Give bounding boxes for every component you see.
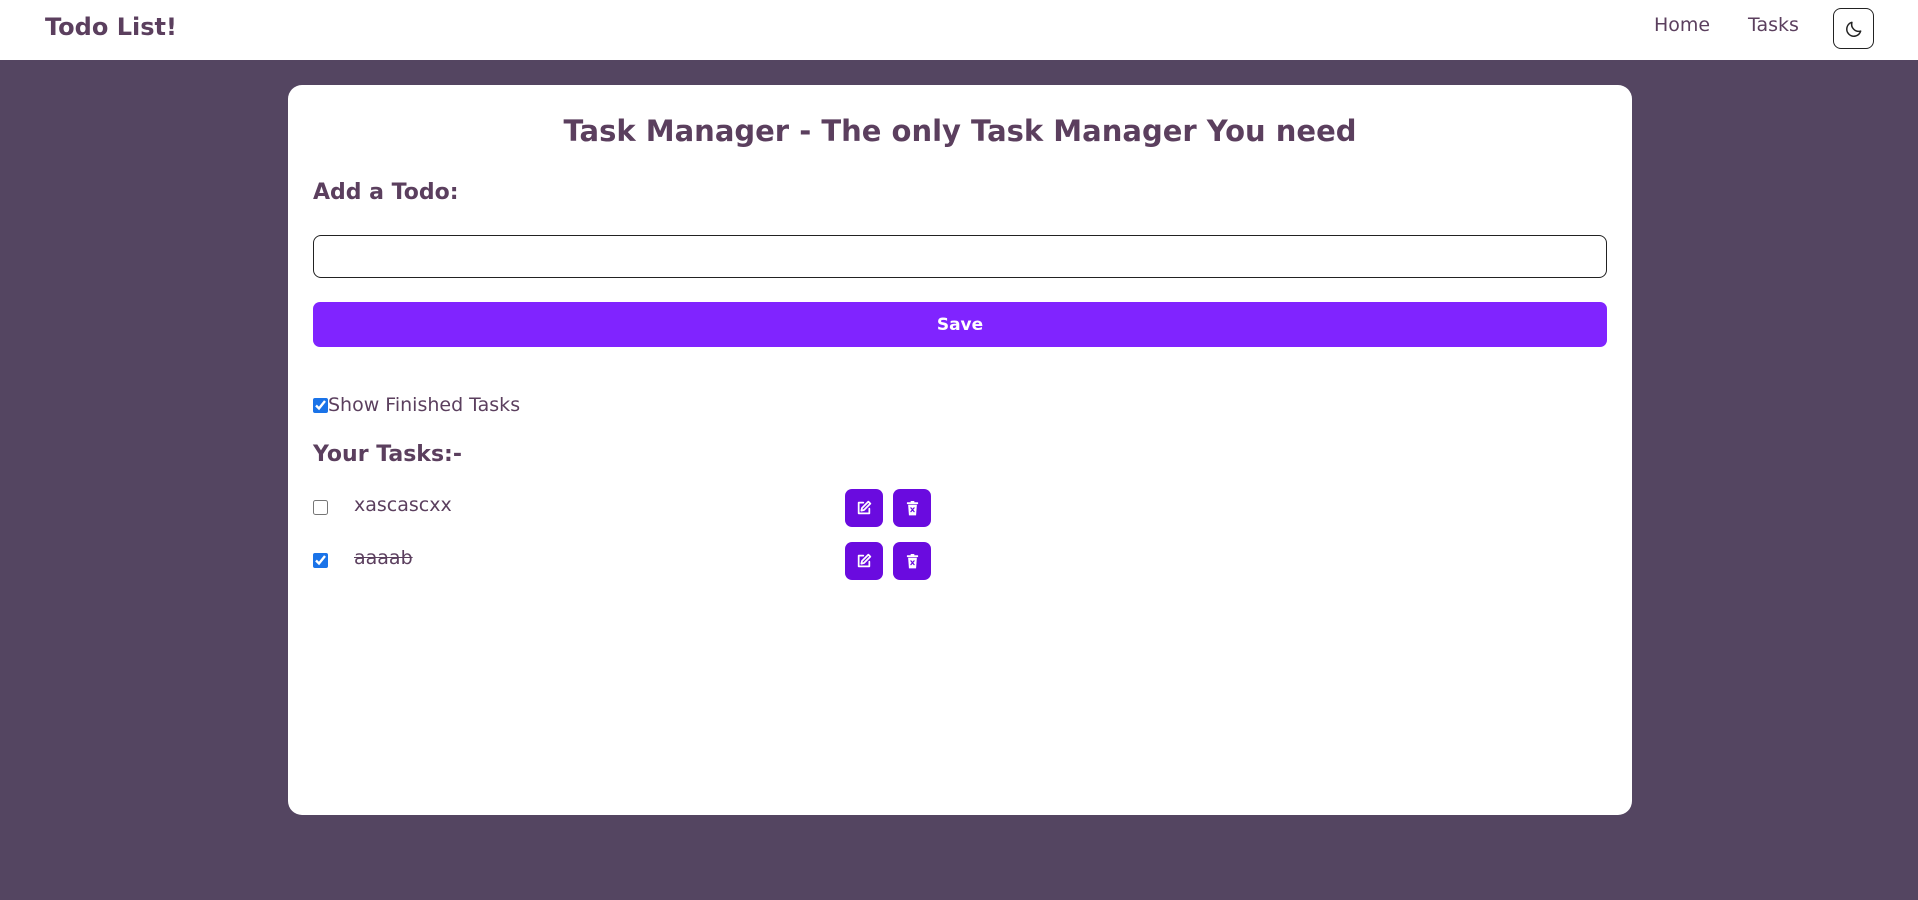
delete-task-button[interactable] [893, 542, 931, 580]
edit-icon [857, 553, 872, 568]
task-row: xascascxx [313, 489, 953, 527]
task-checkbox[interactable] [313, 500, 328, 515]
navbar: Todo List! Home Tasks [0, 0, 1918, 60]
trash-icon [906, 553, 918, 568]
task-text: xascascxx [354, 494, 452, 516]
moon-icon [1845, 21, 1861, 37]
page-title: Task Manager - The only Task Manager You… [563, 114, 1357, 148]
todo-input[interactable] [313, 235, 1607, 278]
save-button[interactable]: Save [313, 302, 1607, 347]
task-text: aaaab [354, 547, 413, 569]
edit-icon [857, 500, 872, 515]
show-finished-label: Show Finished Tasks [328, 394, 521, 416]
show-finished-toggle[interactable]: Show Finished Tasks [313, 393, 520, 417]
nav-link-home[interactable]: Home [1654, 13, 1710, 37]
task-manager-card: Task Manager - The only Task Manager You… [288, 85, 1632, 815]
theme-toggle-button[interactable] [1833, 8, 1874, 49]
add-todo-heading: Add a Todo: [313, 180, 459, 205]
edit-task-button[interactable] [845, 542, 883, 580]
task-row: aaaab [313, 542, 953, 580]
edit-task-button[interactable] [845, 489, 883, 527]
your-tasks-heading: Your Tasks:- [313, 442, 462, 467]
trash-icon [906, 500, 918, 515]
brand-logo[interactable]: Todo List! [45, 12, 177, 42]
delete-task-button[interactable] [893, 489, 931, 527]
nav-link-tasks[interactable]: Tasks [1748, 13, 1799, 37]
task-checkbox[interactable] [313, 553, 328, 568]
show-finished-checkbox[interactable] [313, 397, 328, 413]
